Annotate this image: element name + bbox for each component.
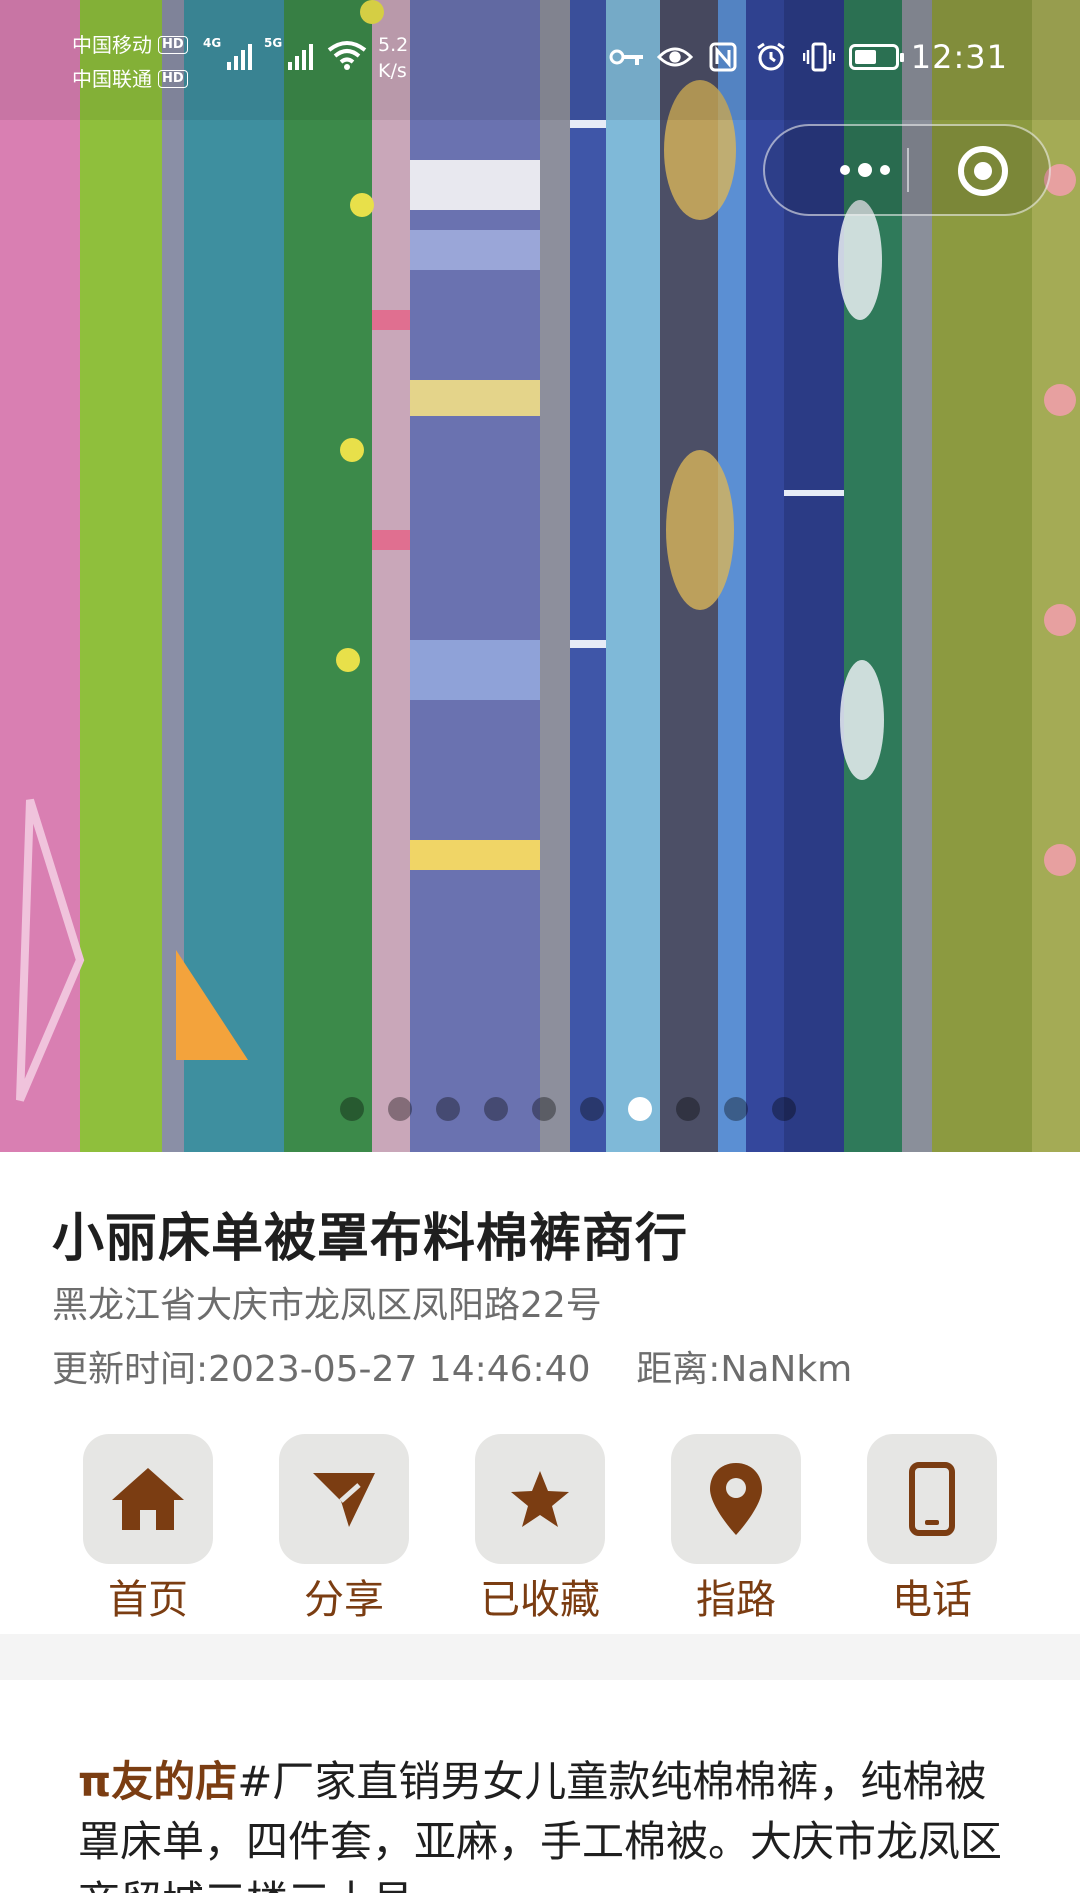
carousel-dot[interactable] — [436, 1097, 460, 1121]
eye-icon — [656, 42, 693, 72]
phone-icon — [909, 1462, 955, 1536]
shop-address: 黑龙江省大庆市龙凤区凤阳路22号 — [52, 1285, 602, 1326]
carrier-1-label: 中国移动 — [72, 33, 152, 57]
hd-badge: HD — [158, 70, 188, 88]
star-icon — [511, 1471, 569, 1527]
carousel-dot[interactable] — [580, 1097, 604, 1121]
signal-strength: 4G 5G — [203, 36, 367, 70]
action-label-home: 首页 — [108, 1577, 188, 1623]
action-label-directions: 指路 — [696, 1577, 776, 1623]
network-speed-value: 5.2 — [378, 34, 409, 56]
mini-program-capsule — [763, 124, 1051, 216]
home-icon — [112, 1468, 184, 1530]
battery-icon — [848, 44, 904, 70]
section-divider — [0, 1634, 1080, 1680]
close-mini-program-button[interactable] — [958, 146, 1008, 196]
carousel-dot-active[interactable] — [628, 1097, 652, 1121]
hd-badge: HD — [158, 36, 188, 54]
carousel-dot[interactable] — [676, 1097, 700, 1121]
network-speed-unit: K/s — [378, 60, 407, 82]
home-button[interactable]: 首页 — [50, 1434, 246, 1634]
signal-icon: 5G — [264, 36, 313, 70]
carousel-dot[interactable] — [484, 1097, 508, 1121]
carrier-2-label: 中国联通 — [72, 67, 152, 91]
network-type-label: 4G — [203, 36, 222, 50]
status-icons: 12:31 — [609, 38, 1008, 76]
action-label-favorite: 已收藏 — [480, 1577, 600, 1623]
location-pin-icon — [710, 1463, 762, 1535]
directions-button[interactable]: 指路 — [638, 1434, 834, 1634]
home-tile — [83, 1434, 213, 1564]
more-dot-icon — [880, 165, 890, 175]
action-label-share: 分享 — [304, 1577, 384, 1623]
action-bar: 首页 分享 已收藏 指路 电话 — [0, 1434, 1080, 1634]
shop-name: 小丽床单被罩布料棉裤商行 — [52, 1209, 689, 1269]
carousel-dot[interactable] — [724, 1097, 748, 1121]
more-dot-icon — [840, 165, 850, 175]
carousel-dot[interactable] — [532, 1097, 556, 1121]
carousel-indicators — [0, 1097, 1080, 1123]
network-speed: 5.2 K/s — [378, 32, 408, 84]
carousel-dot[interactable] — [388, 1097, 412, 1121]
capsule-divider — [907, 148, 909, 192]
network-type-label: 5G — [264, 36, 283, 50]
shop-description: π友的店#厂家直销男女儿童款纯棉棉裤，纯棉被罩床单，四件套，亚麻，手工棉被。大庆… — [78, 1752, 1018, 1893]
vibrate-icon — [801, 42, 837, 72]
carrier-info: 中国移动 HD 中国联通 HD — [72, 28, 188, 96]
directions-tile — [671, 1434, 801, 1564]
carousel-dot[interactable] — [772, 1097, 796, 1121]
more-dot-icon — [858, 163, 872, 177]
shop-tag-link[interactable]: π友的店 — [78, 1757, 237, 1806]
status-bar: 中国移动 HD 中国联通 HD 4G 5G 5.2 K/s 12:31 — [0, 0, 1080, 120]
status-time: 12:31 — [910, 38, 1008, 76]
carousel-dot[interactable] — [340, 1097, 364, 1121]
nfc-icon — [705, 42, 741, 72]
share-icon — [313, 1473, 375, 1527]
share-button[interactable]: 分享 — [246, 1434, 442, 1634]
update-time: 更新时间:2023-05-27 14:46:40 — [52, 1349, 591, 1390]
shop-info-section: 小丽床单被罩布料棉裤商行 黑龙江省大庆市龙凤区凤阳路22号 更新时间:2023-… — [0, 1152, 1080, 1634]
page: 中国移动 HD 中国联通 HD 4G 5G 5.2 K/s 12:31 小丽床单… — [0, 0, 1080, 1893]
favorite-tile — [475, 1434, 605, 1564]
share-tile — [279, 1434, 409, 1564]
distance: 距离:NaNkm — [636, 1349, 853, 1390]
call-tile — [867, 1434, 997, 1564]
action-label-call: 电话 — [892, 1577, 972, 1623]
shop-meta: 更新时间:2023-05-27 14:46:40 距离:NaNkm — [52, 1340, 852, 1392]
alarm-icon — [753, 42, 789, 72]
signal-icon: 4G — [203, 36, 252, 70]
key-icon — [609, 42, 645, 72]
wifi-icon — [327, 41, 367, 70]
call-button[interactable]: 电话 — [834, 1434, 1030, 1634]
favorite-button[interactable]: 已收藏 — [442, 1434, 638, 1634]
